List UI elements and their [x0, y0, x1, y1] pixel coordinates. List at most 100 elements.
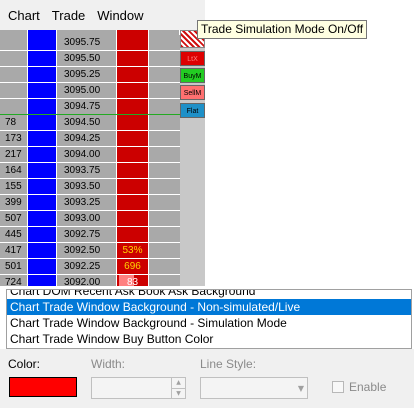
- pnl-cell: [149, 179, 180, 194]
- buy-cell[interactable]: [28, 243, 57, 258]
- color-swatch-button[interactable]: [9, 377, 77, 397]
- buy-cell[interactable]: [28, 147, 57, 162]
- sell-cell[interactable]: [117, 99, 149, 114]
- sell-cell[interactable]: [117, 131, 149, 146]
- cur-cell: [0, 99, 28, 114]
- spin-up-icon[interactable]: ▲: [171, 378, 185, 388]
- table-row: 3095.00: [0, 83, 180, 99]
- buy-cell[interactable]: [28, 259, 57, 274]
- sell-cell[interactable]: [117, 147, 149, 162]
- pnl-cell: [149, 275, 180, 286]
- buy-cell[interactable]: [28, 195, 57, 210]
- cur-cell: 445: [0, 227, 28, 242]
- enable-checkbox[interactable]: [332, 381, 344, 393]
- cur-cell: 399: [0, 195, 28, 210]
- color-property-list[interactable]: Chart DOM Recent Ask Book Ask Background…: [6, 289, 412, 349]
- sell-cell[interactable]: 83: [117, 275, 149, 286]
- buy-cell[interactable]: [28, 163, 57, 178]
- table-row: 3095.50: [0, 51, 180, 67]
- table-row: 399 3093.25: [0, 195, 180, 211]
- buy-cell[interactable]: [28, 211, 57, 226]
- table-row: 501 3092.25 696: [0, 259, 180, 275]
- sell-cell[interactable]: [117, 163, 149, 178]
- buy-cell[interactable]: [28, 51, 57, 66]
- pnl-cell: [149, 211, 180, 226]
- menu-window[interactable]: Window: [91, 8, 149, 23]
- sell-cell[interactable]: [117, 115, 149, 130]
- buy-cell[interactable]: [28, 83, 57, 98]
- menu-trade[interactable]: Trade: [46, 8, 91, 23]
- line-style-select[interactable]: ▼: [200, 377, 308, 399]
- pnl-cell: [149, 67, 180, 82]
- pnl-cell: [149, 35, 180, 50]
- table-row: 507 3093.00: [0, 211, 180, 227]
- price-cell: 3092.50: [57, 243, 117, 258]
- sell-cell[interactable]: [117, 51, 149, 66]
- cur-cell: 724: [0, 275, 28, 286]
- table-row: 217 3094.00: [0, 147, 180, 163]
- price-cell: 3094.75: [57, 99, 117, 114]
- table-row: 164 3093.75: [0, 163, 180, 179]
- chevron-down-icon: ▼: [297, 384, 304, 393]
- table-row: 155 3093.50: [0, 179, 180, 195]
- tooltip: Trade Simulation Mode On/Off: [197, 20, 367, 39]
- sell-cell[interactable]: [117, 35, 149, 50]
- list-item[interactable]: Chart Trade Window Buy Button Color: [7, 331, 411, 347]
- cur-cell: 155: [0, 179, 28, 194]
- price-cell: 3094.00: [57, 147, 117, 162]
- price-cell: 3092.25: [57, 259, 117, 274]
- pnl-cell: [149, 51, 180, 66]
- cur-cell: [0, 67, 28, 82]
- price-cell: 3094.25: [57, 131, 117, 146]
- sell-cell[interactable]: [117, 83, 149, 98]
- buy-cell[interactable]: [28, 115, 57, 130]
- sell-cell[interactable]: [117, 227, 149, 242]
- price-cell: 3095.75: [57, 35, 117, 50]
- sell-cell[interactable]: [117, 211, 149, 226]
- width-label: Width:: [91, 357, 126, 371]
- cur-cell: 173: [0, 131, 28, 146]
- spin-down-icon[interactable]: ▼: [171, 388, 185, 398]
- sell-cell[interactable]: [117, 179, 149, 194]
- buy-cell[interactable]: [28, 179, 57, 194]
- table-row: 3095.25: [0, 67, 180, 83]
- sell-cell[interactable]: 696: [117, 259, 149, 274]
- price-cell: 3093.25: [57, 195, 117, 210]
- ltx-button[interactable]: LtX: [180, 51, 205, 66]
- buy-cell[interactable]: [28, 99, 57, 114]
- pnl-cell: [149, 99, 180, 114]
- sell-market-button[interactable]: SellM: [180, 85, 205, 100]
- table-row: 724 3092.00 83: [0, 275, 180, 286]
- list-item[interactable]: Chart Trade Window Background - Simulati…: [7, 315, 411, 331]
- table-row: 417 3092.50 53%: [0, 243, 180, 259]
- flat-button[interactable]: Flat: [180, 103, 205, 118]
- buy-cell[interactable]: [28, 35, 57, 50]
- menu-chart[interactable]: Chart: [2, 8, 46, 23]
- cur-cell: 417: [0, 243, 28, 258]
- last-price-line: [0, 114, 180, 115]
- price-cell: 3095.00: [57, 83, 117, 98]
- table-row: 3095.75: [0, 35, 180, 51]
- table-row: 445 3092.75: [0, 227, 180, 243]
- width-stepper[interactable]: ▲ ▼: [91, 377, 186, 399]
- buy-market-button[interactable]: BuyM: [180, 68, 205, 83]
- buy-cell[interactable]: [28, 67, 57, 82]
- cur-cell: 501: [0, 259, 28, 274]
- table-row: 78 3094.50: [0, 115, 180, 131]
- buy-cell[interactable]: [28, 131, 57, 146]
- table-row: 3094.75: [0, 99, 180, 115]
- list-item[interactable]: Chart DOM Recent Ask Book Ask Background: [7, 290, 411, 299]
- cur-cell: 78: [0, 115, 28, 130]
- table-row: 173 3094.25: [0, 131, 180, 147]
- price-cell: 3092.00: [57, 275, 117, 286]
- pnl-cell: [149, 243, 180, 258]
- buy-cell[interactable]: [28, 275, 57, 286]
- cur-cell: [0, 83, 28, 98]
- list-item-selected[interactable]: Chart Trade Window Background - Non-simu…: [7, 299, 411, 315]
- pnl-cell: [149, 227, 180, 242]
- sell-cell[interactable]: [117, 195, 149, 210]
- sell-cell[interactable]: [117, 67, 149, 82]
- sell-cell[interactable]: 53%: [117, 243, 149, 258]
- buy-cell[interactable]: [28, 227, 57, 242]
- enable-label: Enable: [349, 380, 387, 394]
